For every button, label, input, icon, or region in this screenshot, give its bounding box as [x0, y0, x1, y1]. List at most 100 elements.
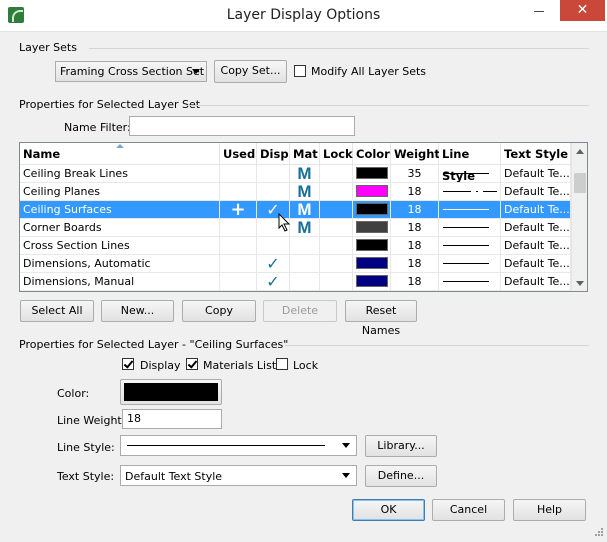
layer-name-cell: Dimensions, Manual: [20, 273, 220, 291]
color-cell[interactable]: [353, 183, 391, 201]
table-row[interactable]: Ceiling Planes M 18 Default Te...: [20, 183, 571, 201]
column-header-line-style[interactable]: Line Style: [439, 143, 501, 183]
color-cell[interactable]: [353, 273, 391, 291]
cancel-button[interactable]: Cancel: [432, 499, 505, 521]
select-all-button[interactable]: Select All: [20, 300, 94, 322]
layer-table[interactable]: Name Used Disp Mat Lock Color Weight Lin…: [19, 142, 588, 292]
text-style-cell[interactable]: Default Te...: [501, 183, 571, 201]
name-filter-input[interactable]: [129, 116, 355, 136]
scroll-down-icon[interactable]: [576, 281, 584, 286]
color-swatch: [356, 239, 388, 251]
library-button[interactable]: Library...: [365, 435, 437, 457]
copy-set-button[interactable]: Copy Set...: [214, 60, 287, 83]
column-header-disp[interactable]: Disp: [257, 143, 290, 165]
materials-icon[interactable]: M: [290, 201, 320, 219]
color-cell[interactable]: [353, 219, 391, 237]
lock-cell[interactable]: [320, 219, 353, 237]
display-check-icon[interactable]: ✓: [257, 273, 290, 291]
resize-grip-icon[interactable]: [592, 527, 604, 539]
line-style-cell[interactable]: [439, 165, 501, 183]
layer-set-selected-value: Framing Cross Section Set: [60, 65, 205, 78]
display-cell[interactable]: [257, 165, 290, 183]
scrollbar-thumb[interactable]: [574, 173, 586, 193]
materials-icon[interactable]: M: [290, 219, 320, 237]
text-style-dropdown[interactable]: Default Text Style: [120, 465, 357, 486]
lock-cell[interactable]: [320, 237, 353, 255]
text-style-cell[interactable]: Default Te...: [501, 273, 571, 291]
table-row[interactable]: Dimensions, Automatic ✓ 18 Default Te...: [20, 255, 571, 273]
line-style-cell[interactable]: [439, 273, 501, 291]
close-icon: ✕: [576, 2, 589, 18]
lock-cell[interactable]: [320, 201, 353, 219]
minimize-icon: [534, 11, 544, 12]
text-style-cell[interactable]: Default Te...: [501, 255, 571, 273]
column-header-mat[interactable]: Mat: [290, 143, 320, 165]
line-style-cell[interactable]: [439, 183, 501, 201]
close-button[interactable]: ✕: [560, 0, 605, 21]
column-header-used[interactable]: Used: [220, 143, 257, 165]
table-scrollbar[interactable]: [571, 143, 587, 291]
used-cell[interactable]: [220, 273, 257, 291]
materials-icon[interactable]: [290, 237, 320, 255]
layer-set-dropdown[interactable]: Framing Cross Section Set: [55, 61, 207, 82]
materials-icon[interactable]: [290, 273, 320, 291]
used-cell[interactable]: [220, 237, 257, 255]
used-cell[interactable]: [220, 219, 257, 237]
color-picker-button[interactable]: [120, 379, 222, 405]
used-cell[interactable]: [220, 255, 257, 273]
ok-button[interactable]: OK: [352, 499, 425, 521]
materials-list-checkbox[interactable]: [186, 358, 198, 370]
display-cell[interactable]: [257, 237, 290, 255]
new-layer-button[interactable]: New...: [101, 300, 174, 322]
line-style-dropdown[interactable]: [120, 435, 357, 456]
table-row[interactable]: Corner Boards M 18 Default Te...: [20, 219, 571, 237]
table-row[interactable]: Cross Section Lines 18 Default Te...: [20, 237, 571, 255]
layer-table-body: Ceiling Break Lines M 35 Default Te... Ceili…: [20, 165, 571, 291]
text-style-cell[interactable]: Default Te...: [501, 201, 571, 219]
used-cell[interactable]: [220, 165, 257, 183]
reset-names-button[interactable]: Reset Names: [345, 300, 417, 337]
define-button[interactable]: Define...: [365, 465, 437, 487]
table-row[interactable]: Dimensions, Manual ✓ 18 Default Te...: [20, 273, 571, 291]
display-checkbox[interactable]: [122, 358, 134, 370]
lock-cell[interactable]: [320, 273, 353, 291]
sort-ascending-icon: [116, 144, 124, 148]
lock-cell[interactable]: [320, 165, 353, 183]
minimize-button[interactable]: [526, 0, 552, 22]
column-header-weight[interactable]: Weight: [391, 143, 440, 165]
color-cell[interactable]: [353, 255, 391, 273]
line-style-cell[interactable]: [439, 201, 501, 219]
table-row[interactable]: Ceiling Break Lines M 35 Default Te...: [20, 165, 571, 183]
copy-layer-button[interactable]: Copy: [182, 300, 256, 322]
line-style-cell[interactable]: [439, 237, 501, 255]
color-cell[interactable]: [353, 237, 391, 255]
used-cell[interactable]: [220, 183, 257, 201]
line-style-cell[interactable]: [439, 255, 501, 273]
line-style-preview: [127, 445, 325, 446]
text-style-cell[interactable]: Default Te...: [501, 219, 571, 237]
scroll-up-icon[interactable]: [576, 149, 584, 154]
help-button[interactable]: Help: [513, 499, 586, 521]
delete-layer-button[interactable]: Delete: [263, 300, 337, 322]
color-cell[interactable]: [353, 201, 391, 219]
line-weight-input[interactable]: 18: [122, 409, 222, 429]
column-header-color[interactable]: Color: [353, 143, 391, 165]
text-style-cell[interactable]: Default Te...: [501, 237, 571, 255]
lock-checkbox[interactable]: [276, 358, 288, 370]
used-plus-icon[interactable]: +: [220, 201, 257, 219]
table-row[interactable]: Ceiling Surfaces + ✓ M 18 Default Te...: [20, 201, 571, 219]
layer-name-cell: Ceiling Break Lines: [20, 165, 220, 183]
materials-icon[interactable]: [290, 255, 320, 273]
line-style-cell[interactable]: [439, 219, 501, 237]
color-cell[interactable]: [353, 165, 391, 183]
lock-cell[interactable]: [320, 255, 353, 273]
modify-all-layer-sets-checkbox[interactable]: [294, 65, 306, 77]
lock-cell[interactable]: [320, 183, 353, 201]
materials-icon[interactable]: M: [290, 165, 320, 183]
materials-icon[interactable]: M: [290, 183, 320, 201]
display-check-icon[interactable]: ✓: [257, 255, 290, 273]
column-header-lock[interactable]: Lock: [320, 143, 353, 165]
text-style-cell[interactable]: Default Te...: [501, 165, 571, 183]
display-cell[interactable]: [257, 183, 290, 201]
column-header-text-style[interactable]: Text Style: [501, 143, 571, 165]
